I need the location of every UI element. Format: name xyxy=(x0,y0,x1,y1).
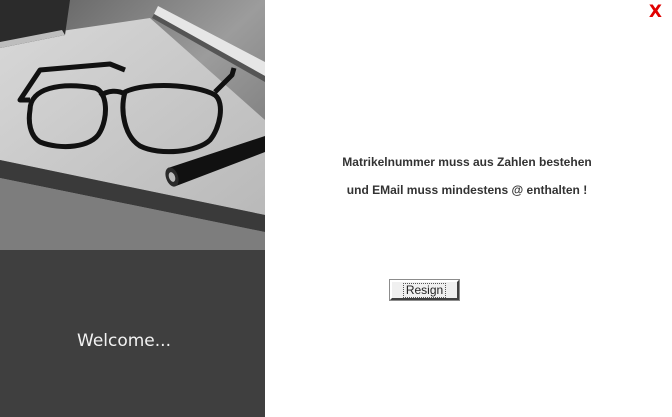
welcome-text: Welcome... xyxy=(77,331,171,351)
sidebar: Welcome... xyxy=(0,0,265,417)
close-button[interactable]: X xyxy=(649,2,662,22)
welcome-pane: Welcome... xyxy=(0,250,265,417)
error-message-line2: und EMail muss mindestens @ enthalten ! xyxy=(346,183,588,197)
resign-button-label: Resign xyxy=(402,283,447,298)
error-message-line1: Matrikelnummer muss aus Zahlen bestehen xyxy=(342,155,592,169)
desk-glasses-photo xyxy=(0,0,265,250)
dialog-panel: X Matrikelnummer muss aus Zahlen bestehe… xyxy=(265,0,672,417)
resign-button[interactable]: Resign xyxy=(389,279,460,301)
